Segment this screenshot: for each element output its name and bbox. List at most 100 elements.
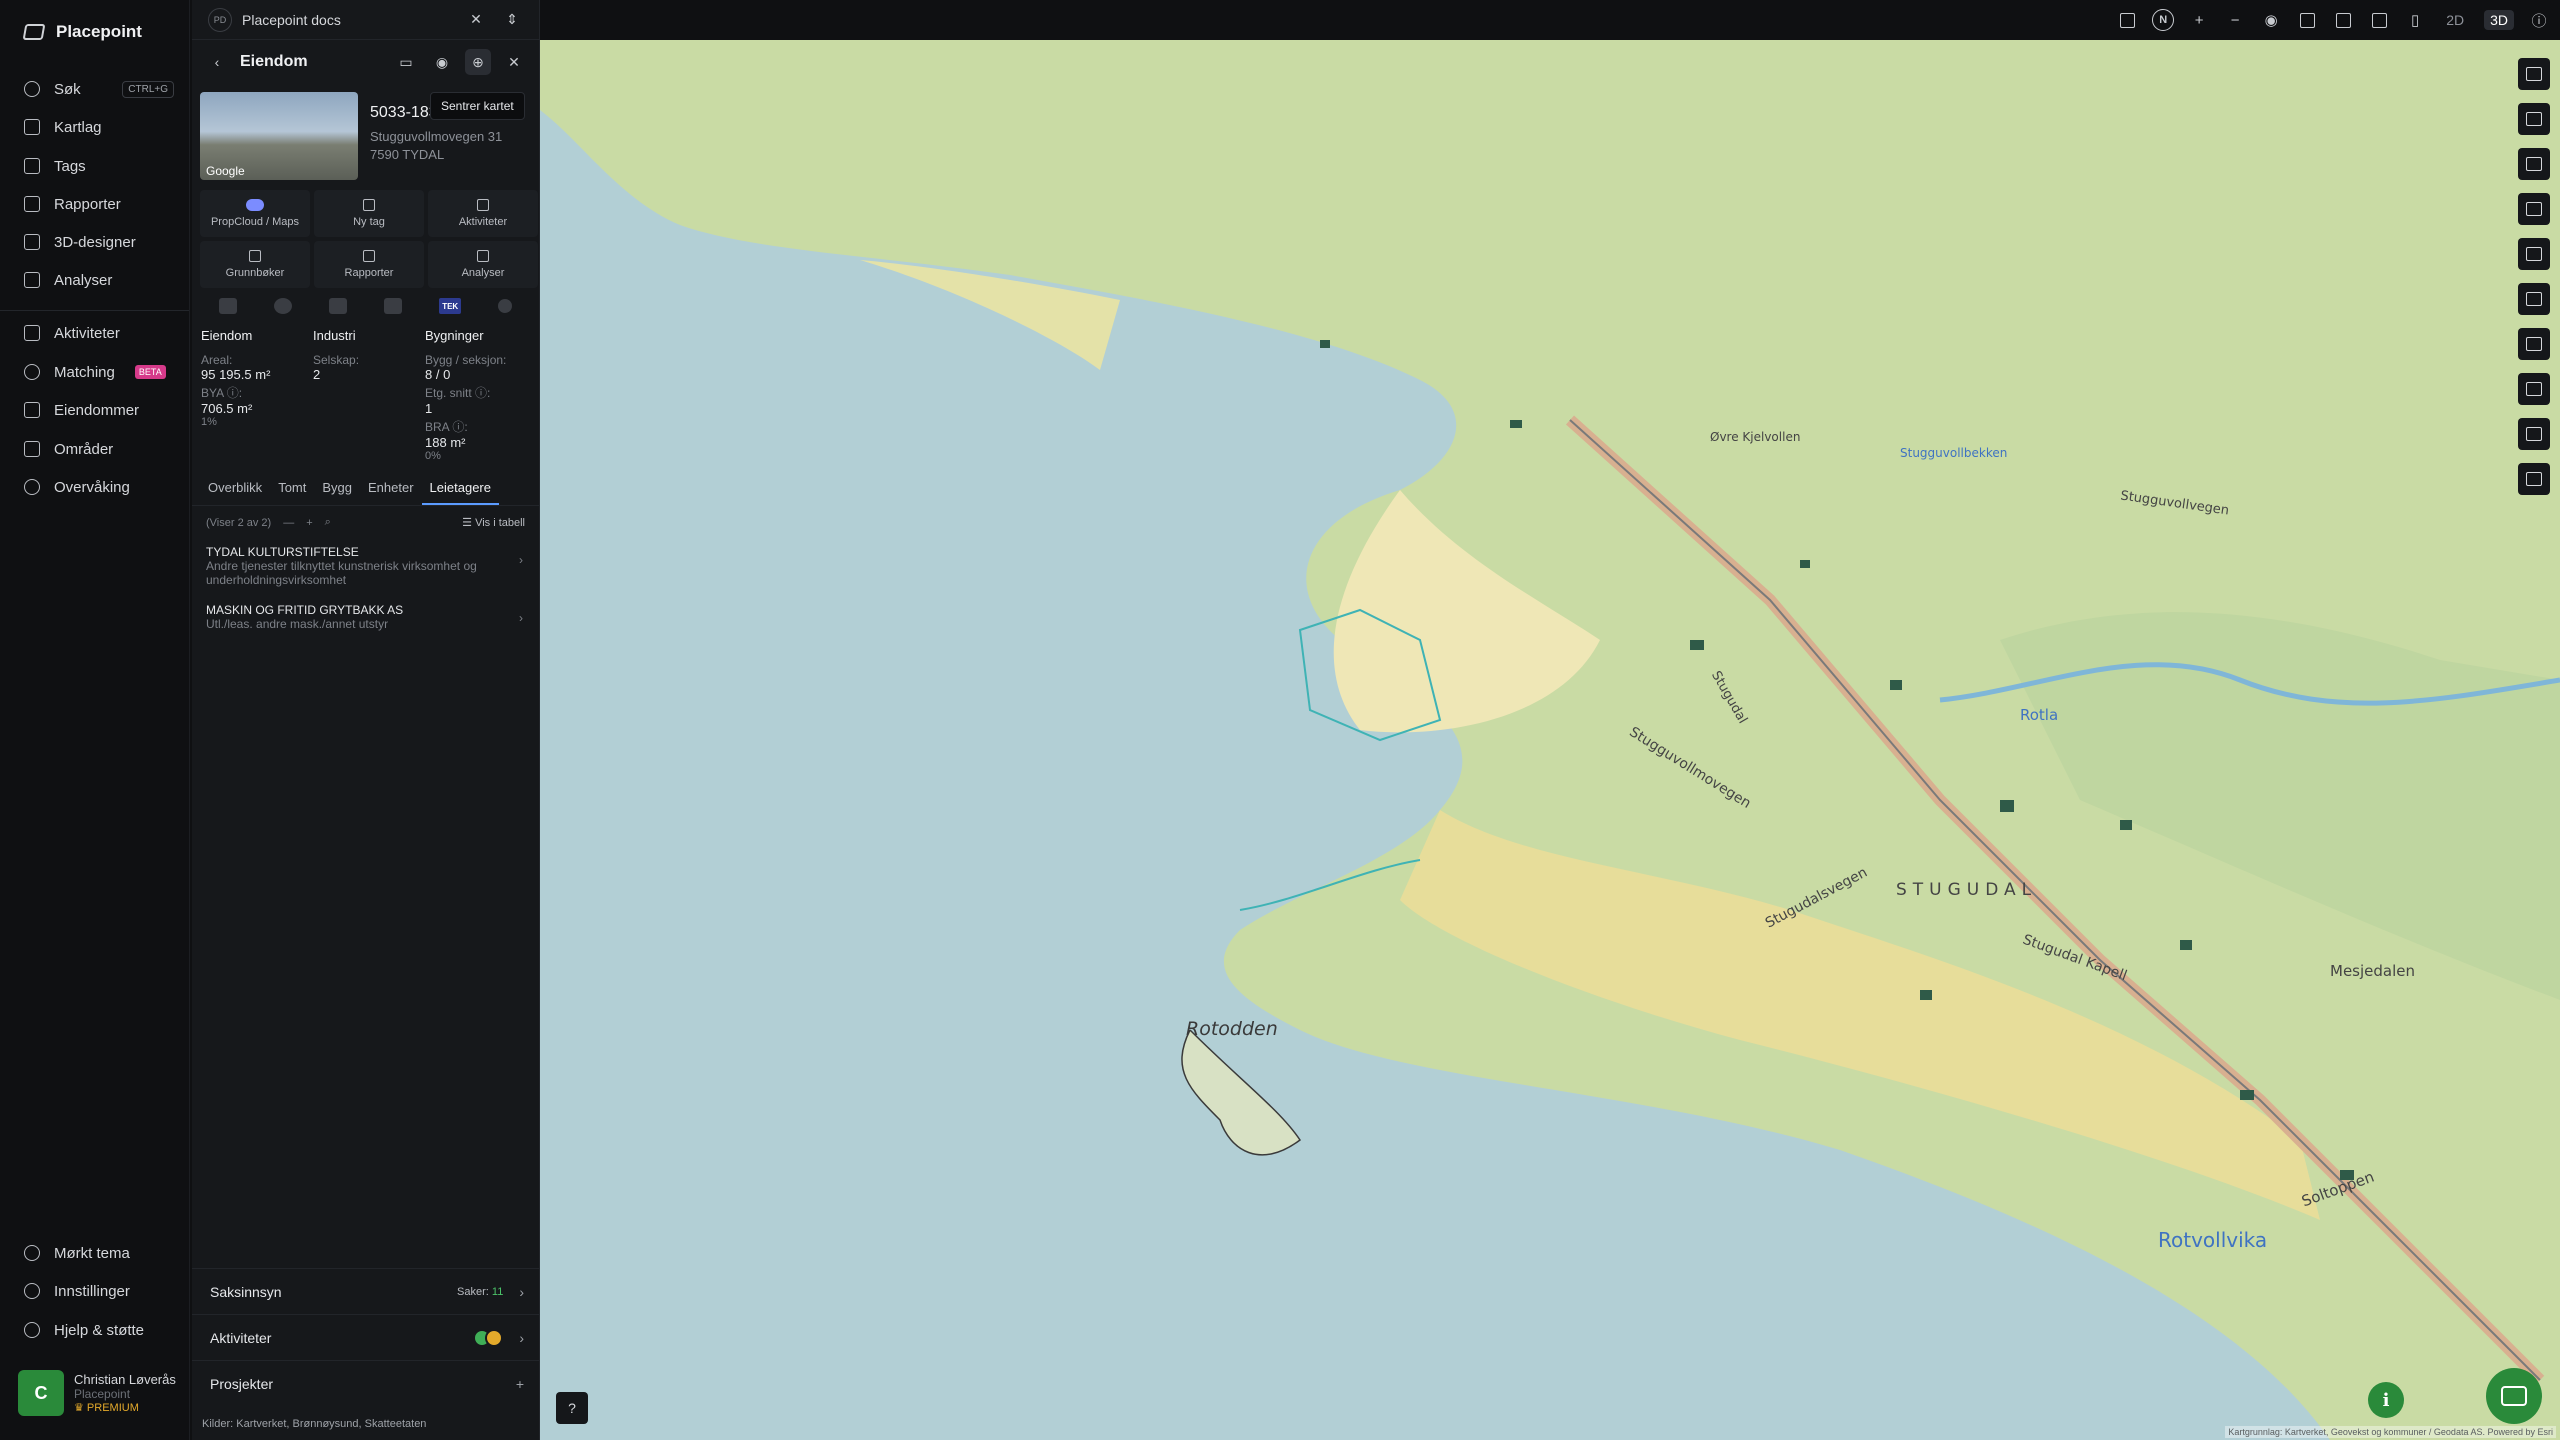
registry-icon[interactable] [218,298,237,314]
nav-item-areas[interactable]: Områder [24,438,174,460]
fullscreen-icon[interactable] [2296,9,2318,31]
projects-section[interactable]: Prosjekter + [192,1360,540,1406]
nav-item-properties[interactable]: Eiendommer [24,399,174,421]
chart-tool-icon[interactable] [2518,193,2550,225]
more-icon[interactable] [498,299,513,313]
action-label: Grunnbøker [225,267,285,279]
reports-button[interactable]: Rapporter [314,241,424,288]
nav-item-3d-designer[interactable]: 3D-designer [24,231,174,253]
close-panel-icon[interactable]: ✕ [501,49,527,75]
panel-title: Eiendom [240,53,308,70]
bar-chart-icon[interactable] [384,298,403,314]
user-name: Christian Løverås [74,1372,176,1387]
export-tool-icon[interactable] [2518,463,2550,495]
bookmark-icon [24,158,40,174]
view-tool-icon[interactable] [2518,148,2550,180]
layer-tool-icon[interactable] [2518,58,2550,90]
match-icon [24,364,40,380]
tab-buildings[interactable]: Bygg [314,480,360,505]
center-map-icon[interactable]: ⊕ [465,49,491,75]
help-icon[interactable]: ? [556,1392,588,1424]
analyses-button[interactable]: Analyser [428,241,538,288]
tab-plot[interactable]: Tomt [270,480,314,505]
close-icon[interactable]: ✕ [463,7,489,33]
tab-tenants[interactable]: Leietagere [421,480,499,505]
street-view-image[interactable]: Google [200,92,358,180]
map-canvas[interactable]: Rotodden Rotvollvika STUGUDAL Stugguvoll… [540,40,2560,1440]
new-tag-button[interactable]: Ny tag [314,190,424,237]
chat-button[interactable] [2486,1368,2542,1424]
grid-icon[interactable] [2368,9,2390,31]
eye-icon[interactable]: ◉ [2260,9,2282,31]
zoom-out-icon[interactable]: − [2224,9,2246,31]
info-icon[interactable]: ⓘ [2528,9,2550,31]
nav-item-reports[interactable]: Rapporter [24,193,174,215]
list-item[interactable]: TYDAL KULTURSTIFTELSE Andre tjenester ti… [192,539,539,597]
case-count: Saker: 11 [457,1286,503,1298]
expand-icon[interactable]: ⇕ [499,7,525,33]
nav-item-layers[interactable]: Kartlag [24,116,174,138]
bar-tool-icon[interactable] [2518,373,2550,405]
land-registry-button[interactable]: Grunnbøker [200,241,310,288]
add-project-icon[interactable]: + [516,1376,524,1392]
list-item[interactable]: MASKIN OG FRITID GRYTBAKK AS Utl./leas. … [192,597,539,641]
nav-item-help[interactable]: Hjelp & støtte [24,1319,174,1341]
nav-item-tags[interactable]: Tags [24,155,174,177]
propcloud-button[interactable]: PropCloud / Maps [200,190,310,237]
zoom-in-icon[interactable]: + [2188,9,2210,31]
nav-item-dark-theme[interactable]: Mørkt tema [24,1242,174,1264]
activities-button[interactable]: Aktiviteter [428,190,538,237]
show-table-button[interactable]: ☰ Vis i tabell [462,516,525,529]
tab-units[interactable]: Enheter [360,480,422,505]
terrain-map[interactable] [540,40,2560,1440]
activities-section[interactable]: Aktiviteter › [192,1314,540,1360]
nav-item-search[interactable]: Søk CTRL+G [24,78,174,100]
panorama-icon[interactable]: ▭ [393,49,419,75]
docs-title[interactable]: Placepoint docs [242,12,341,28]
profile-tool-icon[interactable] [2518,283,2550,315]
tab-overview[interactable]: Overblikk [200,480,270,505]
draw-tool-icon[interactable] [2518,238,2550,270]
info-icon[interactable]: i [2368,1382,2404,1418]
globe-icon[interactable] [273,298,292,314]
sun-tool-icon[interactable] [2518,328,2550,360]
stats-tool-icon[interactable] [2518,418,2550,450]
collapse-icon[interactable]: — [283,517,294,529]
search-icon[interactable]: ⌕ [325,516,331,529]
chart-icon [363,250,375,262]
sources-label: Kilder: [202,1418,234,1430]
brand[interactable]: Placepoint [22,22,142,42]
nav-item-activities[interactable]: Aktiviteter [24,322,174,344]
area-value: 95 195.5 [201,367,252,382]
factory-icon[interactable] [328,298,347,314]
measure-tool-icon[interactable] [2518,103,2550,135]
mode-3d-button[interactable]: 3D [2484,10,2514,30]
camera-icon[interactable] [2332,9,2354,31]
bookmark-icon [363,199,375,211]
nav-item-settings[interactable]: Innstillinger [24,1280,174,1302]
keyboard-shortcut: CTRL+G [122,80,174,98]
back-icon[interactable]: ‹ [204,49,230,75]
eye-icon[interactable]: ◉ [429,49,455,75]
bookmark-icon[interactable]: ▯ [2404,9,2426,31]
mode-2d-button[interactable]: 2D [2440,10,2470,30]
building [1510,420,1522,428]
nav-item-analyses[interactable]: Analyser [24,269,174,291]
bra-unit: m² [450,435,466,450]
source-link[interactable]: Brønnøysund, [293,1418,362,1430]
add-icon[interactable]: + [306,517,312,529]
building [1800,560,1810,568]
source-link[interactable]: Kartverket, [236,1418,289,1430]
layers-icon [24,119,40,135]
case-access-section[interactable]: Saksinnsyn Saker: 11 › [192,1268,540,1314]
layers-stack-icon[interactable] [2116,9,2138,31]
source-link[interactable]: Skatteetaten [365,1418,427,1430]
tek-icon[interactable]: TEK [439,298,462,314]
show-table-label: Vis i tabell [475,517,525,529]
nav-item-matching[interactable]: Matching BETA [24,361,174,383]
compass-icon[interactable]: N [2152,9,2175,31]
nav-item-monitoring[interactable]: Overvåking [24,476,174,498]
action-grid: PropCloud / Maps Ny tag Aktiviteter Grun… [192,190,539,288]
user-profile[interactable]: C Christian Løverås Placepoint ♛ PREMIUM [18,1370,176,1416]
nav-item-label: Overvåking [54,478,130,496]
